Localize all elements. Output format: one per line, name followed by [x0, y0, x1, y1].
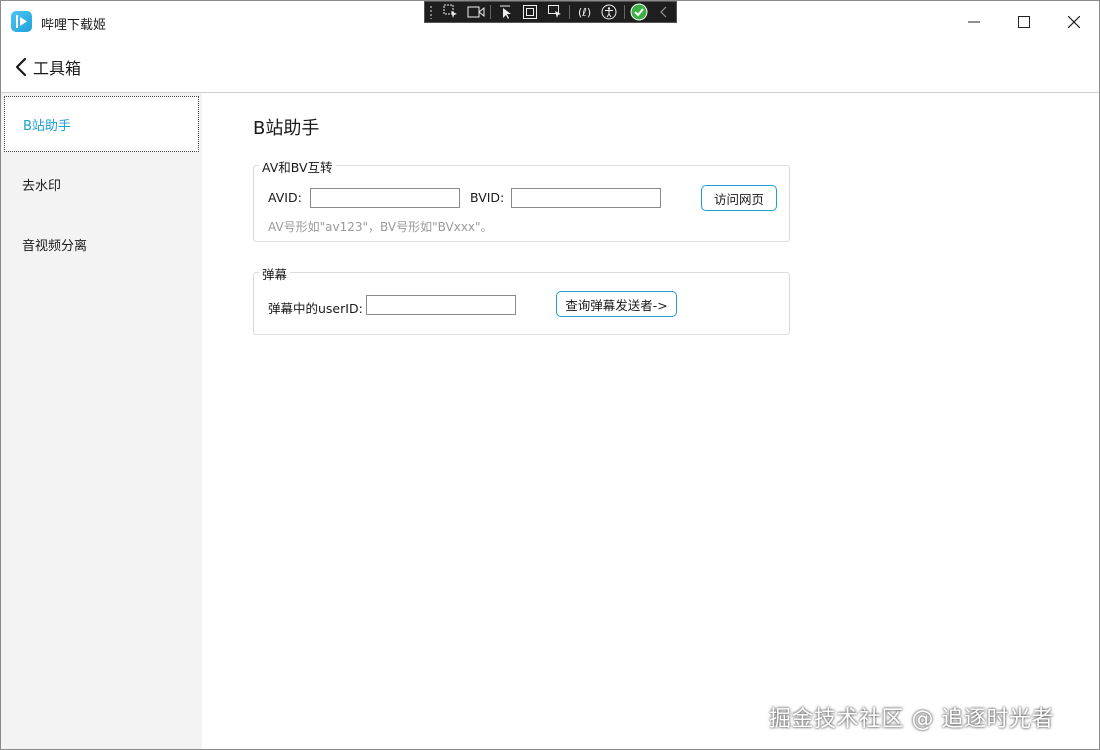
maximize-icon	[1018, 16, 1030, 28]
window-title: 哔哩下载姬	[41, 18, 107, 33]
bvid-input[interactable]	[511, 188, 661, 208]
userid-label: 弹幕中的userID:	[268, 301, 363, 316]
page-header: 工具箱	[1, 43, 1099, 93]
video-icon	[467, 6, 485, 18]
debug-select-element-button[interactable]	[439, 2, 464, 22]
debug-accessibility-button[interactable]	[597, 2, 622, 22]
chevron-left-icon	[15, 57, 27, 77]
toolbar-divider	[490, 5, 492, 19]
close-icon	[1068, 16, 1080, 28]
avid-input[interactable]	[310, 188, 460, 208]
sidebar-item-label: 音视频分离	[22, 238, 88, 254]
debug-pointer-button[interactable]	[493, 2, 518, 22]
minimize-button[interactable]	[949, 1, 999, 43]
watermark: 掘金技术社区 @ 追逐时光者	[769, 707, 1054, 732]
toolbar-divider	[569, 5, 571, 19]
app-window: 哔哩下载姬 (ℓ) 工具箱 B站助手 去水印 音视频分离 B站助手 AV和BV互…	[0, 0, 1100, 750]
debug-video-button[interactable]	[464, 2, 489, 22]
sidebar: B站助手 去水印 音视频分离	[1, 93, 202, 749]
danmaku-group: 弹幕 弹幕中的userID: 查询弹幕发送者->	[253, 264, 790, 335]
debug-collapse-button[interactable]	[651, 2, 676, 22]
back-button[interactable]: 工具箱	[15, 55, 81, 79]
visit-webpage-button[interactable]: 访问网页	[701, 185, 777, 211]
back-label: 工具箱	[33, 59, 82, 78]
check-circle-icon	[630, 3, 648, 21]
userid-input[interactable]	[366, 295, 516, 315]
sidebar-item-remove-watermark[interactable]: 去水印	[4, 156, 199, 212]
avid-label: AVID:	[268, 190, 302, 205]
debug-status-button[interactable]	[627, 2, 652, 22]
minimize-icon	[968, 21, 980, 23]
maximize-button[interactable]	[999, 1, 1049, 43]
debug-hot-reload-button[interactable]: (ℓ)	[572, 2, 597, 22]
track-focus-icon	[547, 5, 561, 18]
page-title: B站助手	[253, 118, 320, 139]
close-button[interactable]	[1049, 1, 1099, 43]
svg-text:(ℓ): (ℓ)	[578, 6, 591, 19]
av-bv-hint: AV号形如"av123"，BV号形如"BVxxx"。	[268, 220, 493, 234]
group-legend: 弹幕	[259, 264, 291, 283]
sidebar-item-label: 去水印	[22, 178, 62, 194]
debug-layout-button[interactable]	[518, 2, 543, 22]
select-element-icon	[443, 4, 458, 18]
query-danmaku-sender-button[interactable]: 查询弹幕发送者->	[556, 291, 677, 317]
hot-reload-icon: (ℓ)	[578, 6, 591, 19]
sidebar-item-bilibili-helper[interactable]: B站助手	[4, 96, 199, 152]
av-bv-convert-group: AV和BV互转 AVID: BVID: 访问网页 AV号形如"av123"，BV…	[253, 157, 790, 242]
bvid-label: BVID:	[470, 190, 505, 205]
chevron-left-icon	[659, 6, 667, 18]
pointer-icon	[499, 5, 511, 19]
app-logo-icon	[11, 11, 32, 32]
sidebar-item-av-separation[interactable]: 音视频分离	[4, 216, 199, 272]
debug-toolbar: (ℓ)	[424, 1, 677, 23]
toolbar-divider	[623, 5, 625, 19]
drag-grip-icon[interactable]	[429, 5, 433, 19]
sidebar-item-label: B站助手	[23, 118, 71, 134]
layout-adorner-icon	[523, 5, 538, 19]
accessibility-icon	[601, 4, 617, 20]
group-legend: AV和BV互转	[259, 157, 336, 176]
debug-track-focus-button[interactable]	[543, 2, 568, 22]
